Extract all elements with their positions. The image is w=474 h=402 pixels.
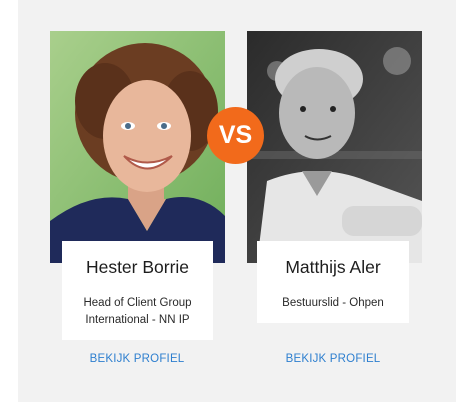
hester-borrie-card: Hester Borrie Head of Client Group Inter… — [62, 241, 213, 340]
matthijs-aler-card: Matthijs Aler Bestuurslid - Ohpen — [257, 241, 409, 323]
hester-borrie-photo — [50, 31, 225, 263]
person-name: Matthijs Aler — [285, 257, 381, 277]
view-profile-link-hester[interactable]: BEKIJK PROFIEL — [57, 353, 217, 365]
person-role: Head of Client Group International - NN … — [83, 297, 192, 326]
matthijs-aler-photo — [247, 31, 422, 263]
person-role: Bestuurslid - Ohpen — [282, 297, 384, 309]
person-name: Hester Borrie — [85, 257, 190, 277]
versus-badge: VS — [207, 107, 264, 164]
versus-label: VS — [218, 121, 253, 149]
view-profile-link-matthijs[interactable]: BEKIJK PROFIEL — [253, 353, 413, 365]
